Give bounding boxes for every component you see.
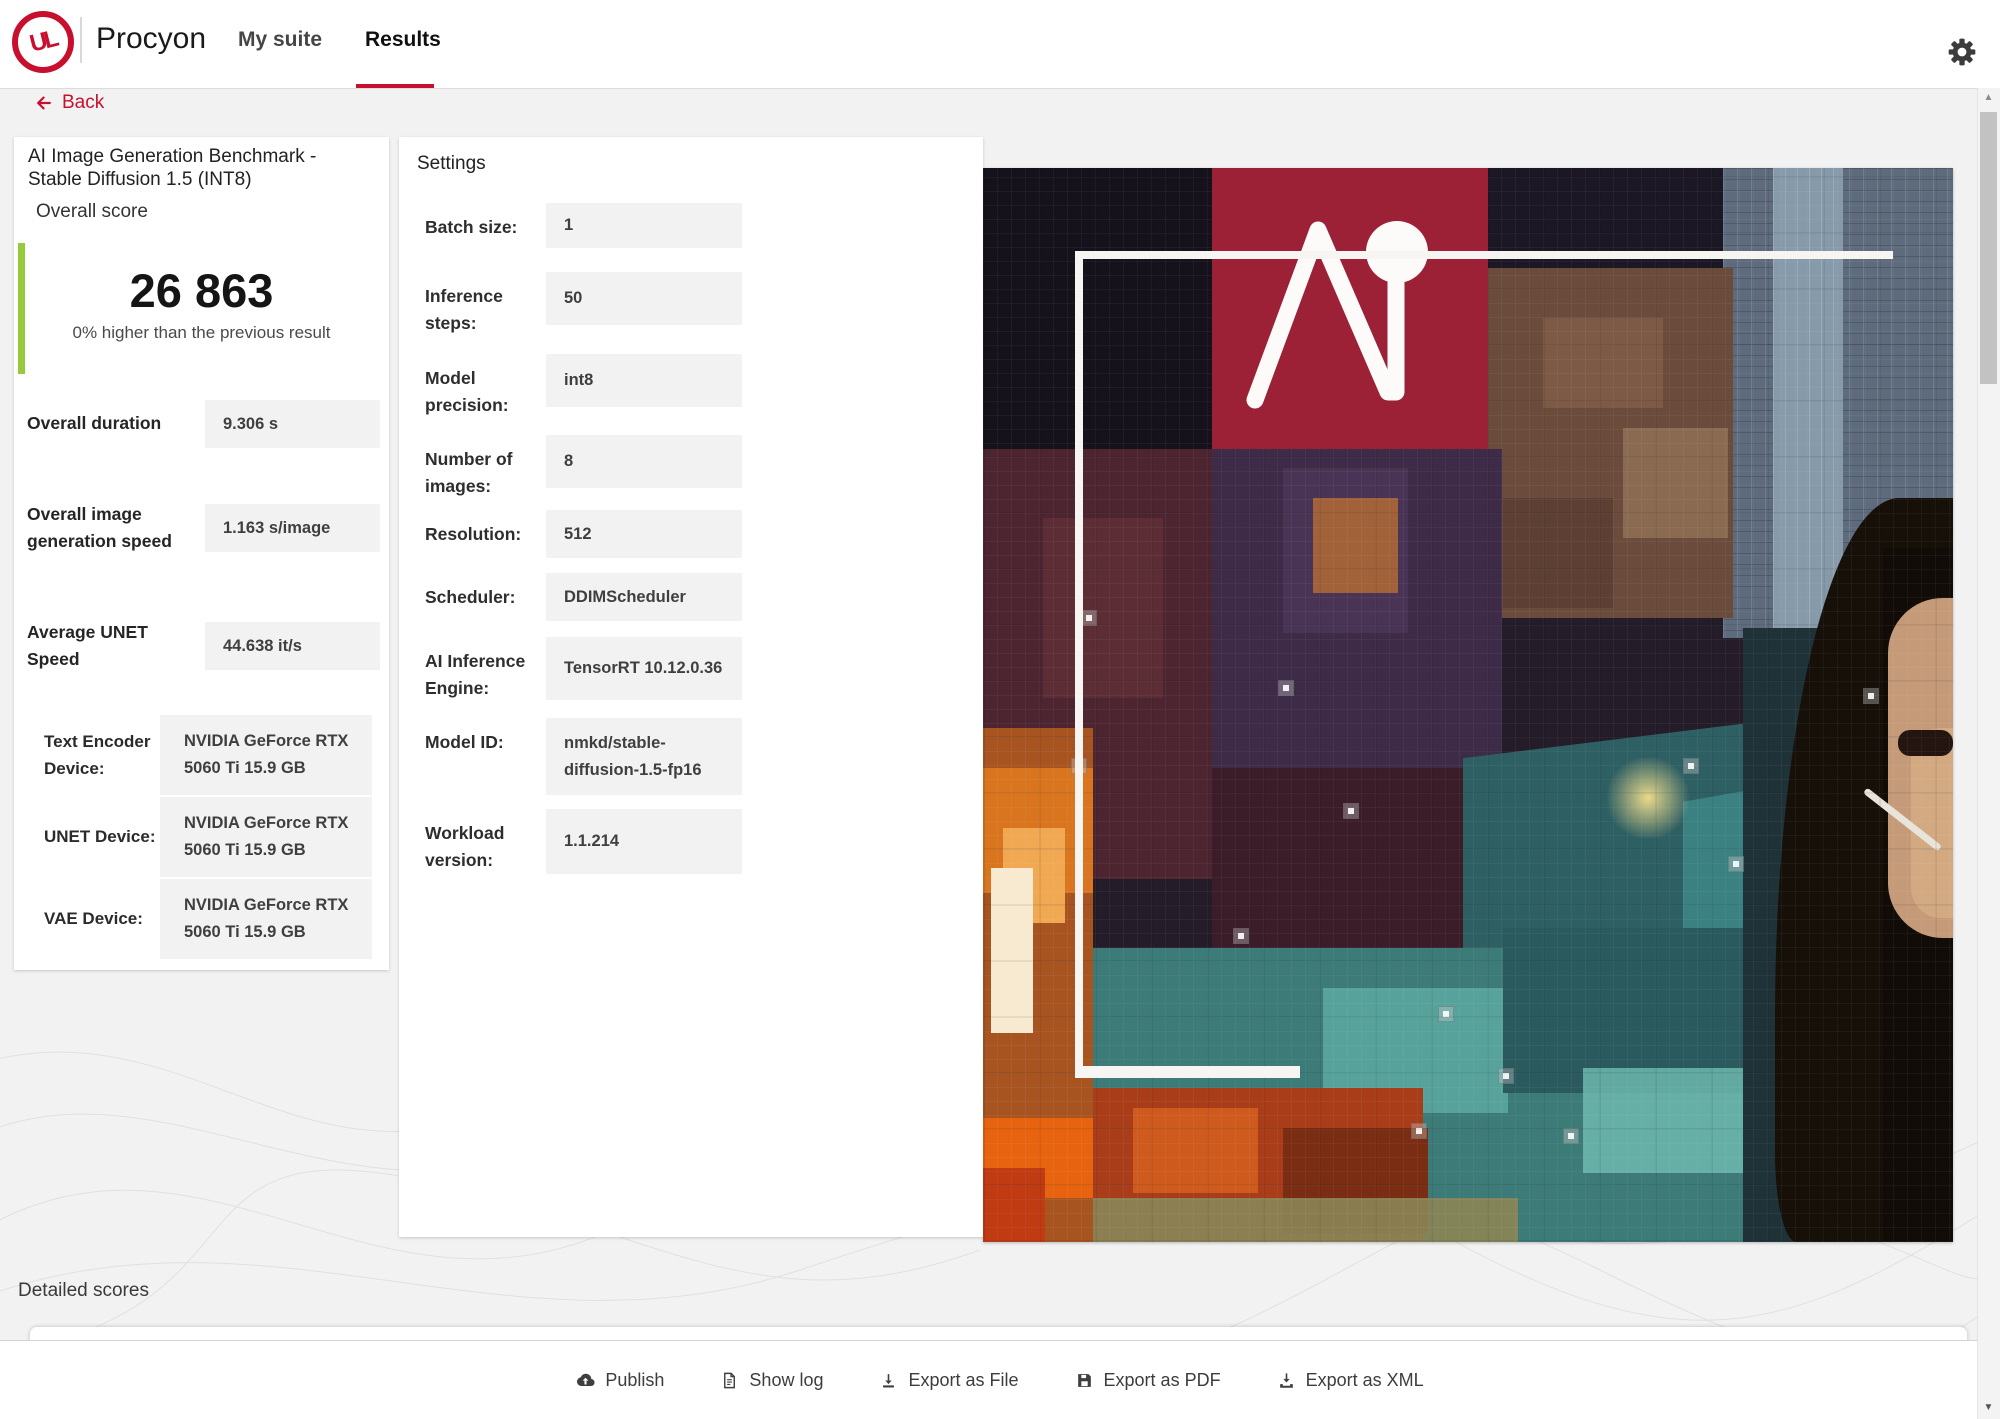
settings-label: Inference steps: [425, 283, 547, 337]
device-label: UNET Device: [44, 797, 162, 877]
settings-value: 1 [546, 203, 742, 248]
back-label: Back [62, 92, 104, 114]
footer-toolbar: Publish Show log Export as File Export a… [0, 1340, 2000, 1419]
settings-label: Resolution: [425, 521, 547, 548]
show-log-label: Show log [749, 1370, 823, 1391]
overall-score-value: 26 863 [14, 263, 389, 318]
device-label: Text Encoder Device: [44, 715, 162, 795]
header-divider [80, 17, 82, 63]
download-icon [879, 1371, 898, 1390]
settings-panel: Settings Batch size: 1 Inference steps: … [399, 137, 983, 1237]
settings-label: Model precision: [425, 365, 547, 419]
export-file-button[interactable]: Export as File [879, 1370, 1018, 1391]
settings-value: 1.1.214 [546, 809, 742, 874]
device-label: VAE Device: [44, 879, 162, 959]
device-row: UNET Device: NVIDIA GeForce RTX 5060 Ti … [14, 797, 389, 877]
result-summary-panel: AI Image Generation Benchmark - Stable D… [14, 137, 389, 970]
metric-row: Overall image generation speed 1.163 s/i… [27, 504, 380, 552]
device-row: VAE Device: NVIDIA GeForce RTX 5060 Ti 1… [14, 879, 389, 959]
export-file-label: Export as File [908, 1370, 1018, 1391]
ul-logo-text: UL [27, 25, 59, 58]
device-row: Text Encoder Device: NVIDIA GeForce RTX … [14, 715, 389, 795]
settings-row: Resolution: 512 [399, 510, 983, 558]
ai-logo [1212, 168, 1488, 449]
gear-icon[interactable] [1946, 36, 1978, 68]
procyon-results-page: UL Procyon My suite Results Back AI Imag… [0, 0, 2000, 1419]
ai-logo-square [1212, 168, 1488, 449]
export-pdf-label: Export as PDF [1104, 1370, 1221, 1391]
settings-label: Model ID: [425, 729, 547, 756]
document-icon [720, 1371, 739, 1390]
settings-label: Number of images: [425, 446, 547, 500]
settings-value: nmkd/stable-diffusion-1.5-fp16 [546, 718, 742, 795]
frame-bottom-line [1075, 1066, 1300, 1078]
settings-row: Inference steps: 50 [399, 272, 983, 325]
settings-label: Scheduler: [425, 584, 547, 611]
publish-button[interactable]: Publish [576, 1370, 664, 1391]
device-value: NVIDIA GeForce RTX 5060 Ti 15.9 GB [160, 715, 372, 795]
frame-left-line [1075, 251, 1083, 1078]
settings-value: 8 [546, 435, 742, 488]
export-xml-label: Export as XML [1306, 1370, 1424, 1391]
scrollbar-up-arrow[interactable]: ▲ [1977, 92, 2000, 103]
overall-score-label: Overall score [36, 201, 148, 223]
back-button[interactable]: Back [34, 92, 104, 114]
settings-value: TensorRT 10.12.0.36 [546, 637, 742, 700]
settings-value: int8 [546, 354, 742, 407]
export-xml-button[interactable]: Export as XML [1277, 1370, 1424, 1391]
settings-row: Scheduler: DDIMScheduler [399, 573, 983, 621]
metric-label: Overall duration [27, 400, 199, 448]
settings-row: Model precision: int8 [399, 354, 983, 407]
settings-row: Model ID: nmkd/stable-diffusion-1.5-fp16 [399, 718, 983, 795]
export-pdf-button[interactable]: Export as PDF [1075, 1370, 1221, 1391]
ul-logo: UL [12, 11, 74, 73]
metric-value: 1.163 s/image [205, 504, 380, 552]
download-tray-icon [1277, 1371, 1296, 1390]
app-title: Procyon [96, 22, 206, 56]
publish-label: Publish [605, 1370, 664, 1391]
detailed-scores-card-top [30, 1327, 1967, 1341]
metric-label: Average UNET Speed [27, 622, 199, 670]
settings-row: Workload version: 1.1.214 [399, 809, 983, 874]
settings-label: AI Inference Engine: [425, 648, 547, 702]
device-value: NVIDIA GeForce RTX 5060 Ti 15.9 GB [160, 879, 372, 959]
active-tab-underline [356, 84, 434, 88]
settings-row: Number of images: 8 [399, 435, 983, 488]
settings-row: Batch size: 1 [399, 203, 983, 248]
score-comparison-note: 0% higher than the previous result [14, 323, 389, 343]
scrollbar-down-arrow[interactable]: ▼ [1977, 1402, 2000, 1413]
benchmark-title: AI Image Generation Benchmark - Stable D… [28, 145, 375, 191]
detailed-scores-heading: Detailed scores [18, 1280, 149, 1302]
metric-row: Overall duration 9.306 s [27, 400, 380, 448]
save-icon [1075, 1371, 1094, 1390]
app-header: UL Procyon My suite Results [0, 0, 2000, 89]
device-value: NVIDIA GeForce RTX 5060 Ti 15.9 GB [160, 797, 372, 877]
settings-title: Settings [417, 153, 486, 175]
metric-row: Average UNET Speed 44.638 it/s [27, 622, 380, 670]
settings-value: 512 [546, 510, 742, 558]
metric-value: 44.638 it/s [205, 622, 380, 670]
metric-label: Overall image generation speed [27, 504, 199, 552]
settings-row: AI Inference Engine: TensorRT 10.12.0.36 [399, 637, 983, 700]
settings-value: 50 [546, 272, 742, 325]
tab-my-suite[interactable]: My suite [238, 28, 322, 52]
metric-value: 9.306 s [205, 400, 380, 448]
settings-label: Batch size: [425, 214, 547, 241]
settings-label: Workload version: [425, 820, 547, 874]
generated-image-preview [983, 168, 1953, 1242]
tab-results[interactable]: Results [365, 28, 441, 52]
scrollbar-thumb[interactable] [1980, 112, 1997, 384]
cloud-upload-icon [576, 1371, 595, 1390]
frame-top-line [1075, 251, 1893, 259]
settings-value: DDIMScheduler [546, 573, 742, 621]
back-arrow-icon [34, 93, 54, 113]
show-log-button[interactable]: Show log [720, 1370, 823, 1391]
